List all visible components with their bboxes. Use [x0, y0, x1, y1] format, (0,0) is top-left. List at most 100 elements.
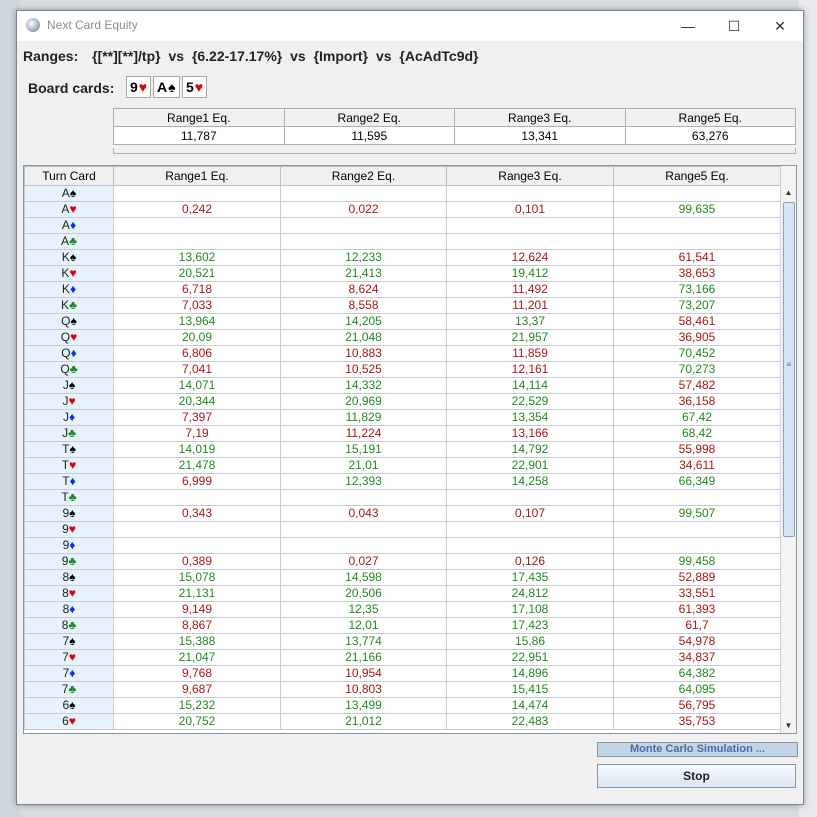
equity-cell: 15,078: [113, 569, 281, 586]
table-row[interactable]: 7♥ 21,047 21,166 22,951 34,837: [24, 649, 781, 666]
equity-cell: 14,019: [113, 441, 281, 458]
table-row[interactable]: 8♠ 15,078 14,598 17,435 52,889: [24, 569, 781, 586]
table-row[interactable]: Q♥ 20,09 21,048 21,957 36,905: [24, 329, 781, 346]
table-row[interactable]: K♠ 13,602 12,233 12,624 61,541: [24, 249, 781, 266]
table-row[interactable]: Q♠ 13,964 14,205 13,37 58,461: [24, 313, 781, 330]
equity-cell: 52,889: [613, 569, 781, 586]
equity-cell: 14,332: [280, 377, 447, 394]
turn-card-cell: 8♣: [24, 617, 114, 634]
equity-cell: 13,37: [446, 313, 614, 330]
table-row[interactable]: 6♥ 20,752 21,012 22,483 35,753: [24, 713, 781, 730]
equity-cell: 17,435: [446, 569, 614, 586]
equity-cell: 67,42: [613, 409, 781, 426]
equity-cell: [113, 521, 281, 538]
table-row[interactable]: 8♦ 9,149 12,35 17,108 61,393: [24, 601, 781, 618]
grid-column-header[interactable]: Range2 Eq.: [280, 166, 447, 186]
card-suit-icon: ♦: [70, 346, 77, 360]
card-rank: 6: [62, 714, 69, 728]
grid-column-header[interactable]: Turn Card: [24, 166, 114, 186]
table-row[interactable]: 8♥ 21,131 20,506 24,812 33,551: [24, 585, 781, 602]
grid-column-header[interactable]: Range5 Eq.: [613, 166, 781, 186]
table-row[interactable]: T♦ 6,999 12,393 14,258 66,349: [24, 473, 781, 490]
close-button[interactable]: ✕: [757, 11, 803, 41]
table-row[interactable]: J♥ 20,344 20,969 22,529 36,158: [24, 393, 781, 410]
maximize-button[interactable]: ☐: [711, 11, 757, 41]
minimize-button[interactable]: —: [665, 11, 711, 41]
table-row[interactable]: A♦: [24, 217, 781, 234]
equity-cell: 13,499: [280, 697, 447, 714]
table-row[interactable]: K♥ 20,521 21,413 19,412 38,653: [24, 265, 781, 282]
equity-cell: 22,529: [446, 393, 614, 410]
table-row[interactable]: K♣ 7,033 8,558 11,201 73,207: [24, 297, 781, 314]
summary-table: Range1 Eq. Range2 Eq. Range3 Eq. Range5 Eq.…: [113, 108, 796, 145]
equity-cell: [613, 489, 781, 506]
table-row[interactable]: T♣: [24, 489, 781, 506]
table-row[interactable]: J♣ 7,19 11,224 13,166 68,42: [24, 425, 781, 442]
grid-column-header[interactable]: Range1 Eq.: [113, 166, 281, 186]
card-suit-icon: ♣: [68, 682, 77, 696]
equity-cell: 9,687: [113, 681, 281, 698]
turn-card-equity-table[interactable]: Turn Card Range1 Eq. Range2 Eq. Range3 Eq. R…: [23, 165, 797, 734]
turn-card-cell: 6♥: [24, 713, 114, 730]
table-row[interactable]: A♠: [24, 185, 781, 202]
card-suit-icon: ♥: [68, 522, 76, 536]
equity-cell: 15,191: [280, 441, 447, 458]
table-row[interactable]: 7♠ 15,388 13,774 15,86 54,978: [24, 633, 781, 650]
card-rank: 9: [62, 522, 69, 536]
equity-cell: 58,461: [613, 313, 781, 330]
table-row[interactable]: A♥ 0,242 0,022 0,101 99,635: [24, 201, 781, 218]
turn-card-cell: 7♠: [24, 633, 114, 650]
summary-table-footer: [113, 148, 796, 154]
equity-cell: 13,166: [446, 425, 614, 442]
table-row[interactable]: K♦ 6,718 8,624 11,492 73,166: [24, 281, 781, 298]
vs-text: vs: [168, 48, 185, 64]
card-rank: A: [61, 234, 70, 248]
equity-cell: 7,033: [113, 297, 281, 314]
equity-cell: 15,86: [446, 633, 614, 650]
equity-cell: [113, 217, 281, 234]
equity-cell: [613, 521, 781, 538]
table-row[interactable]: J♠ 14,071 14,332 14,114 57,482: [24, 377, 781, 394]
equity-cell: 54,978: [613, 633, 781, 650]
scrollbar-thumb[interactable]: ≡: [783, 202, 795, 537]
grid-column-header[interactable]: Range3 Eq.: [446, 166, 614, 186]
equity-cell: 70,273: [613, 361, 781, 378]
table-row[interactable]: 9♠ 0,343 0,043 0,107 99,507: [24, 505, 781, 522]
table-row[interactable]: Q♣ 7,041 10,525 12,161 70,273: [24, 361, 781, 378]
table-row[interactable]: T♠ 14,019 15,191 14,792 55,998: [24, 441, 781, 458]
equity-cell: 0,043: [280, 505, 447, 522]
equity-cell: 10,525: [280, 361, 447, 378]
turn-card-cell: J♦: [24, 409, 114, 426]
equity-cell: 24,812: [446, 585, 614, 602]
card-rank: 7: [62, 650, 69, 664]
equity-cell: 21,048: [280, 329, 447, 346]
table-row[interactable]: 7♦ 9,768 10,954 14,896 64,382: [24, 665, 781, 682]
equity-cell: 14,598: [280, 569, 447, 586]
equity-cell: 9,768: [113, 665, 281, 682]
table-row[interactable]: 6♠ 15,232 13,499 14,474 56,795: [24, 697, 781, 714]
equity-cell: 35,753: [613, 713, 781, 730]
equity-cell: 7,041: [113, 361, 281, 378]
table-row[interactable]: A♣: [24, 233, 781, 250]
vertical-scrollbar[interactable]: ▲ ≡ ▼: [780, 166, 796, 733]
scroll-down-arrow-icon[interactable]: ▼: [781, 718, 796, 733]
window-title: Next Card Equity: [47, 18, 138, 32]
turn-card-cell: A♣: [24, 233, 114, 250]
table-row[interactable]: Q♦ 6,806 10,883 11,859 70,452: [24, 345, 781, 362]
table-row[interactable]: 9♥: [24, 521, 781, 538]
turn-card-cell: A♦: [24, 217, 114, 234]
equity-cell: 13,964: [113, 313, 281, 330]
table-row[interactable]: T♥ 21,478 21,01 22,901 34,611: [24, 457, 781, 474]
card-suit-icon: ♠: [69, 698, 76, 712]
stop-button[interactable]: Stop: [597, 764, 796, 788]
table-row[interactable]: 9♣ 0,389 0,027 0,126 99,458: [24, 553, 781, 570]
card-suit-icon: ♠: [69, 442, 76, 456]
equity-cell: 11,859: [446, 345, 614, 362]
turn-card-cell: Q♣: [24, 361, 114, 378]
equity-cell: 13,602: [113, 249, 281, 266]
table-row[interactable]: 7♣ 9,687 10,803 15,415 64,095: [24, 681, 781, 698]
table-row[interactable]: J♦ 7,397 11,829 13,354 67,42: [24, 409, 781, 426]
table-row[interactable]: 8♣ 8,867 12,01 17,423 61,7: [24, 617, 781, 634]
table-row[interactable]: 9♦: [24, 537, 781, 554]
scroll-up-arrow-icon[interactable]: ▲: [781, 185, 796, 200]
